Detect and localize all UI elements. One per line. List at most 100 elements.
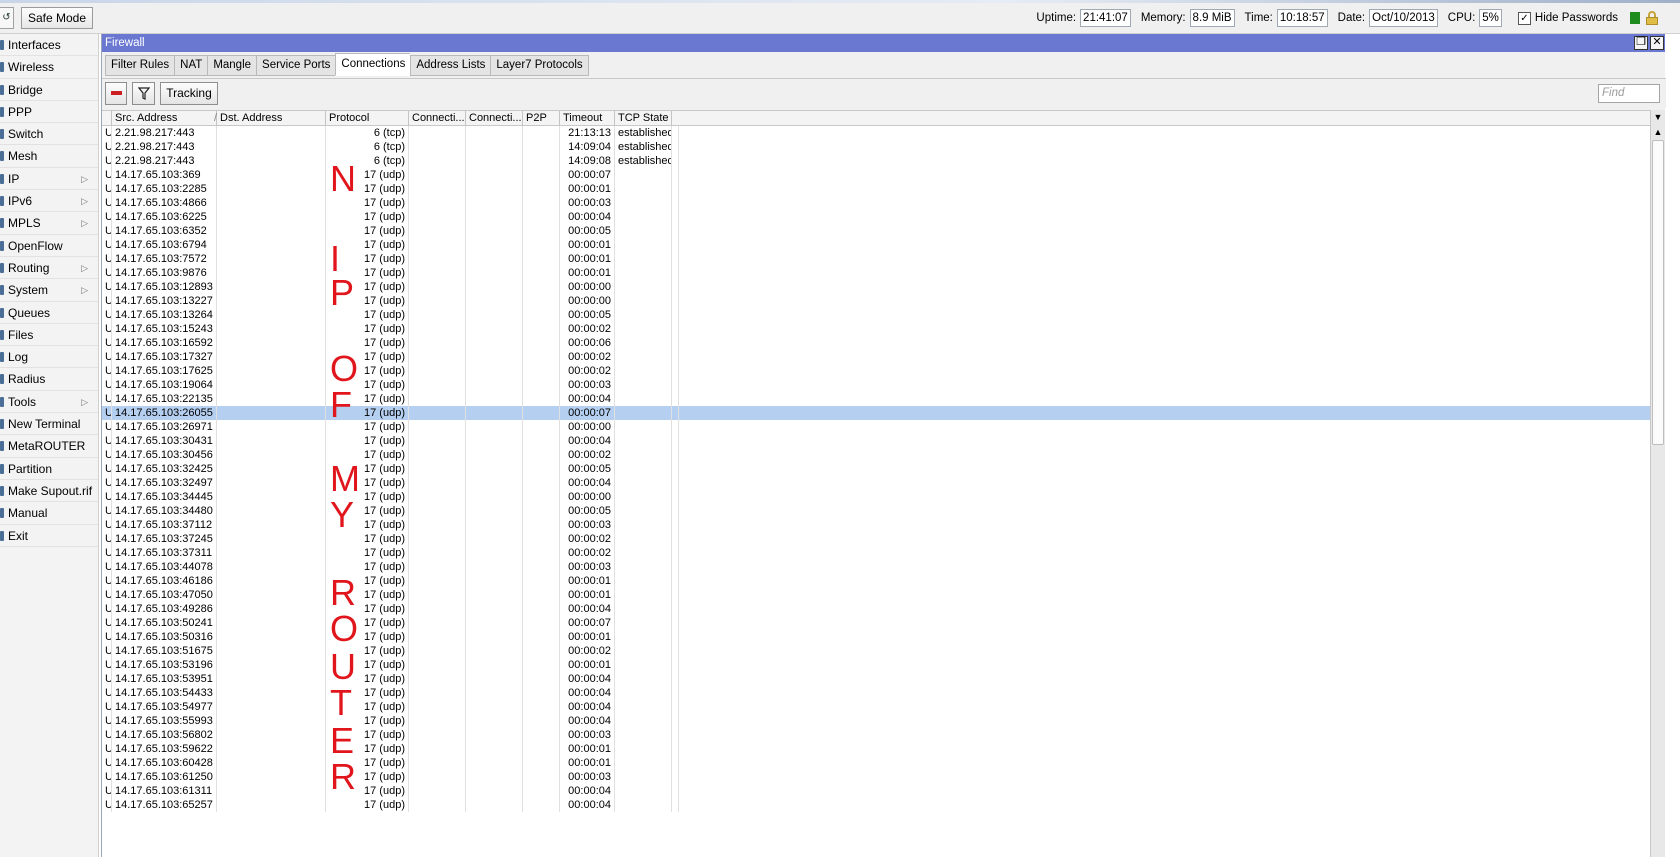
undo-icon[interactable]: ↺	[0, 7, 14, 29]
tab-service-ports[interactable]: Service Ports	[256, 55, 336, 76]
table-row[interactable]: U14.17.65.103:32425 17 (udp) 00:00:05	[102, 462, 1651, 476]
table-row[interactable]: U14.17.65.103:26971 17 (udp) 00:00:00	[102, 420, 1651, 434]
table-row[interactable]: U14.17.65.103:61311 17 (udp) 00:00:04	[102, 784, 1651, 798]
column-header-protocol[interactable]: Protocol	[326, 111, 409, 126]
table-row[interactable]: U14.17.65.103:4866 17 (udp) 00:00:03	[102, 196, 1651, 210]
table-row[interactable]: U14.17.65.103:6352 17 (udp) 00:00:05	[102, 224, 1651, 238]
sidebar-item-wireless[interactable]: Wireless	[0, 56, 98, 79]
sidebar-item-log[interactable]: Log	[0, 346, 98, 369]
table-row[interactable]: U2.21.98.217:443 6 (tcp) 14:09:08establish…	[102, 154, 1651, 168]
sidebar-item-mpls[interactable]: MPLS ▷	[0, 212, 98, 235]
table-row[interactable]: U14.17.65.103:61250 17 (udp) 00:00:03	[102, 770, 1651, 784]
column-menu-icon[interactable]: ▼	[1651, 110, 1665, 125]
table-row[interactable]: U14.17.65.103:49286 17 (udp) 00:00:04	[102, 602, 1651, 616]
scrollbar-thumb[interactable]	[1652, 140, 1664, 445]
sidebar-item-exit[interactable]: Exit	[0, 525, 98, 547]
close-icon[interactable]: ✕	[1650, 36, 1664, 50]
table-row[interactable]: U14.17.65.103:60428 17 (udp) 00:00:01	[102, 756, 1651, 770]
column-header-dst-address[interactable]: Dst. Address	[217, 111, 326, 126]
remove-button[interactable]	[105, 82, 127, 105]
table-row[interactable]: U14.17.65.103:54433 17 (udp) 00:00:04	[102, 686, 1651, 700]
safe-mode-button[interactable]: Safe Mode	[21, 7, 93, 29]
table-row[interactable]: U14.17.65.103:53951 17 (udp) 00:00:04	[102, 672, 1651, 686]
filter-button[interactable]	[132, 82, 155, 105]
sidebar-item-ppp[interactable]: PPP	[0, 101, 98, 124]
column-header-tcp-state[interactable]: TCP State	[615, 111, 672, 126]
sidebar-item-make-supout-rif[interactable]: Make Supout.rif	[0, 480, 98, 503]
sidebar-item-ipv6[interactable]: IPv6 ▷	[0, 190, 98, 213]
sidebar-item-new-terminal[interactable]: New Terminal	[0, 413, 98, 436]
table-row[interactable]: U2.21.98.217:443 6 (tcp) 21:13:13establish…	[102, 126, 1651, 140]
table-row[interactable]: U14.17.65.103:17327 17 (udp) 00:00:02	[102, 350, 1651, 364]
window-titlebar[interactable]: Firewall ❐ ✕	[102, 34, 1665, 52]
sidebar-item-manual[interactable]: Manual	[0, 502, 98, 525]
table-row[interactable]: U14.17.65.103:53196 17 (udp) 00:00:01	[102, 658, 1651, 672]
sidebar-item-switch[interactable]: Switch	[0, 123, 98, 146]
table-row[interactable]: U14.17.65.103:34445 17 (udp) 00:00:00	[102, 490, 1651, 504]
table-row[interactable]: U14.17.65.103:15243 17 (udp) 00:00:02	[102, 322, 1651, 336]
table-row[interactable]: U14.17.65.103:9876 17 (udp) 00:00:01	[102, 266, 1651, 280]
table-row[interactable]: U14.17.65.103:19064 17 (udp) 00:00:03	[102, 378, 1651, 392]
table-row[interactable]: U14.17.65.103:32497 17 (udp) 00:00:04	[102, 476, 1651, 490]
table-row[interactable]: U14.17.65.103:37112 17 (udp) 00:00:03	[102, 518, 1651, 532]
sidebar-item-partition[interactable]: Partition	[0, 458, 98, 480]
table-row[interactable]: U14.17.65.103:37245 17 (udp) 00:00:02	[102, 532, 1651, 546]
hide-passwords-label[interactable]: Hide Passwords	[1535, 12, 1618, 24]
table-row[interactable]: U14.17.65.103:26055 17 (udp) 00:00:07	[102, 406, 1651, 420]
table-row[interactable]: U14.17.65.103:56802 17 (udp) 00:00:03	[102, 728, 1651, 742]
table-row[interactable]: U14.17.65.103:50316 17 (udp) 00:00:01	[102, 630, 1651, 644]
scroll-up-icon[interactable]: ▲	[1651, 125, 1665, 140]
sidebar-item-radius[interactable]: Radius	[0, 368, 98, 391]
column-header-connection-type[interactable]: Connecti...	[466, 111, 523, 126]
column-header-src-address[interactable]: Src. Address	[112, 111, 217, 126]
column-header-connection-mark[interactable]: Connecti...	[409, 111, 466, 126]
tab-layer7-protocols[interactable]: Layer7 Protocols	[490, 55, 589, 76]
table-row[interactable]: U14.17.65.103:46186 17 (udp) 00:00:01	[102, 574, 1651, 588]
table-row[interactable]: U14.17.65.103:34480 17 (udp) 00:00:05	[102, 504, 1651, 518]
table-row[interactable]: U14.17.65.103:7572 17 (udp) 00:00:01	[102, 252, 1651, 266]
sidebar-item-files[interactable]: Files	[0, 324, 98, 347]
sidebar-item-metarouter[interactable]: MetaROUTER	[0, 435, 98, 458]
table-row[interactable]: U14.17.65.103:30456 17 (udp) 00:00:02	[102, 448, 1651, 462]
table-row[interactable]: U14.17.65.103:6225 17 (udp) 00:00:04	[102, 210, 1651, 224]
column-header-flags[interactable]	[102, 111, 112, 126]
table-row[interactable]: U14.17.65.103:369 17 (udp) 00:00:07	[102, 168, 1651, 182]
table-row[interactable]: U14.17.65.103:59622 17 (udp) 00:00:01	[102, 742, 1651, 756]
table-row[interactable]: U14.17.65.103:22135 17 (udp) 00:00:04	[102, 392, 1651, 406]
table-row[interactable]: U14.17.65.103:55993 17 (udp) 00:00:04	[102, 714, 1651, 728]
hide-passwords-checkbox[interactable]: ✓	[1517, 11, 1531, 25]
sidebar-item-bridge[interactable]: Bridge	[0, 79, 98, 101]
tab-address-lists[interactable]: Address Lists	[410, 55, 491, 76]
table-row[interactable]: U14.17.65.103:16592 17 (udp) 00:00:06	[102, 336, 1651, 350]
sidebar-item-routing[interactable]: Routing ▷	[0, 257, 98, 280]
table-row[interactable]: U14.17.65.103:44078 17 (udp) 00:00:03	[102, 560, 1651, 574]
table-row[interactable]: U14.17.65.103:50241 17 (udp) 00:00:07	[102, 616, 1651, 630]
tab-filter-rules[interactable]: Filter Rules	[105, 55, 175, 76]
table-row[interactable]: U14.17.65.103:13227 17 (udp) 00:00:00	[102, 294, 1651, 308]
table-row[interactable]: U14.17.65.103:17625 17 (udp) 00:00:02	[102, 364, 1651, 378]
tab-connections[interactable]: Connections	[335, 53, 411, 76]
sidebar-item-queues[interactable]: Queues	[0, 302, 98, 324]
table-row[interactable]: U14.17.65.103:2285 17 (udp) 00:00:01	[102, 182, 1651, 196]
tracking-button[interactable]: Tracking	[160, 82, 218, 105]
table-row[interactable]: U14.17.65.103:51675 17 (udp) 00:00:02	[102, 644, 1651, 658]
sidebar-item-system[interactable]: System ▷	[0, 279, 98, 302]
table-row[interactable]: U14.17.65.103:12893 17 (udp) 00:00:00	[102, 280, 1651, 294]
tab-nat[interactable]: NAT	[174, 55, 208, 76]
table-row[interactable]: U14.17.65.103:54977 17 (udp) 00:00:04	[102, 700, 1651, 714]
column-header-p2p[interactable]: P2P	[523, 111, 560, 126]
table-row[interactable]: U2.21.98.217:443 6 (tcp) 14:09:04establish…	[102, 140, 1651, 154]
table-row[interactable]: U14.17.65.103:6794 17 (udp) 00:00:01	[102, 238, 1651, 252]
sidebar-item-tools[interactable]: Tools ▷	[0, 391, 98, 414]
sidebar-item-ip[interactable]: IP ▷	[0, 168, 98, 191]
find-input[interactable]: Find	[1598, 84, 1660, 103]
column-header-timeout[interactable]: Timeout	[560, 111, 615, 126]
sidebar-item-mesh[interactable]: Mesh	[0, 145, 98, 168]
sidebar-item-interfaces[interactable]: Interfaces	[0, 34, 98, 57]
table-row[interactable]: U14.17.65.103:47050 17 (udp) 00:00:01	[102, 588, 1651, 602]
tab-mangle[interactable]: Mangle	[207, 55, 257, 76]
table-row[interactable]: U14.17.65.103:65257 17 (udp) 00:00:04	[102, 798, 1651, 812]
table-row[interactable]: U14.17.65.103:13264 17 (udp) 00:00:05	[102, 308, 1651, 322]
vertical-scrollbar[interactable]: ▼ ▲	[1650, 110, 1665, 857]
table-row[interactable]: U14.17.65.103:37311 17 (udp) 00:00:02	[102, 546, 1651, 560]
